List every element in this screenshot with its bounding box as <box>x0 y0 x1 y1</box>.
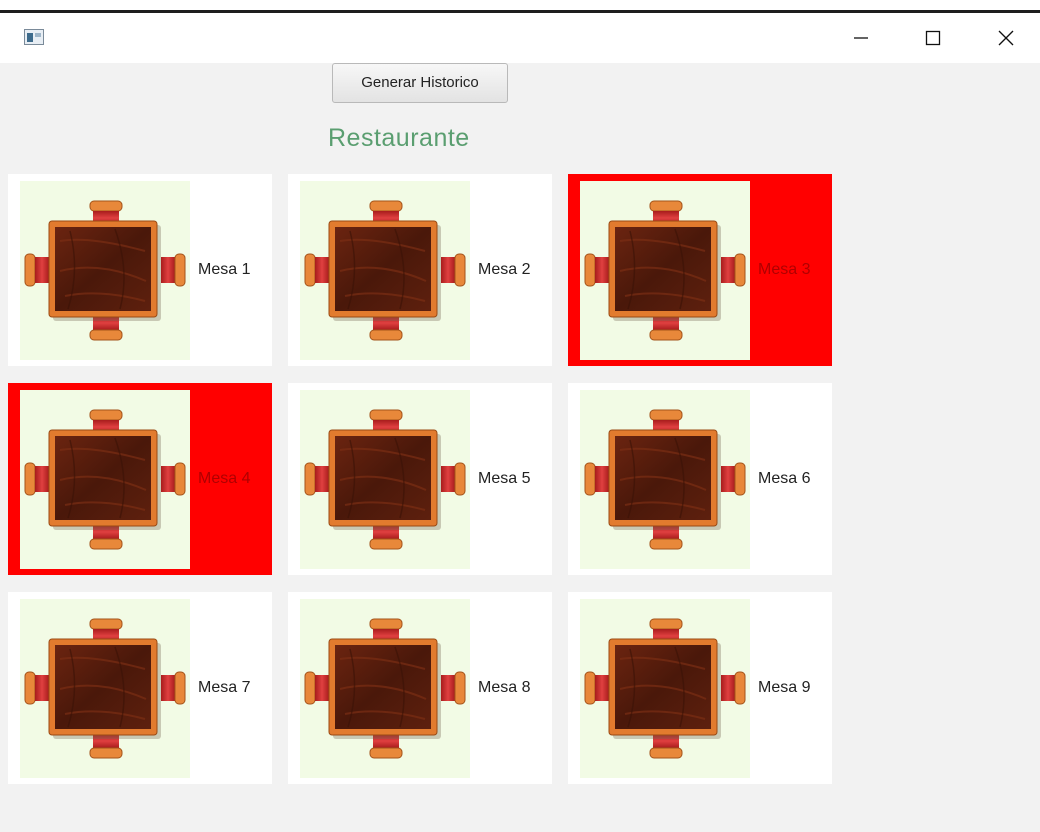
table-image <box>20 599 190 778</box>
table-label: Mesa 8 <box>478 679 531 696</box>
table-card[interactable]: Mesa 8 <box>288 592 552 784</box>
close-button[interactable] <box>983 13 1029 63</box>
table-label: Mesa 6 <box>758 470 811 487</box>
table-card[interactable]: Mesa 5 <box>288 383 552 575</box>
table-label: Mesa 9 <box>758 679 811 696</box>
page-title: Restaurante <box>328 124 470 152</box>
table-label: Mesa 5 <box>478 470 531 487</box>
table-image <box>20 390 190 569</box>
table-card[interactable]: Mesa 1 <box>8 174 272 366</box>
table-image <box>580 390 750 569</box>
generate-history-button[interactable]: Generar Historico <box>332 63 508 103</box>
maximize-icon <box>925 30 941 46</box>
table-label: Mesa 1 <box>198 261 251 278</box>
table-image <box>20 181 190 360</box>
app-window-icon <box>24 29 44 45</box>
table-card[interactable]: Mesa 9 <box>568 592 832 784</box>
table-card[interactable]: Mesa 6 <box>568 383 832 575</box>
table-label: Mesa 4 <box>198 470 251 487</box>
table-card[interactable]: Mesa 7 <box>8 592 272 784</box>
maximize-button[interactable] <box>910 13 956 63</box>
table-card[interactable]: Mesa 4 <box>8 383 272 575</box>
table-card[interactable]: Mesa 3 <box>568 174 832 366</box>
table-label: Mesa 3 <box>758 261 811 278</box>
table-label: Mesa 2 <box>478 261 531 278</box>
minimize-button[interactable] <box>838 13 884 63</box>
window-top-edge <box>0 0 1040 13</box>
table-image <box>580 599 750 778</box>
title-bar[interactable] <box>0 13 1040 63</box>
close-icon <box>998 30 1014 46</box>
table-label: Mesa 7 <box>198 679 251 696</box>
table-image <box>580 181 750 360</box>
table-card[interactable]: Mesa 2 <box>288 174 552 366</box>
minimize-icon <box>854 37 868 39</box>
table-image <box>300 390 470 569</box>
table-image <box>300 181 470 360</box>
table-image <box>300 599 470 778</box>
